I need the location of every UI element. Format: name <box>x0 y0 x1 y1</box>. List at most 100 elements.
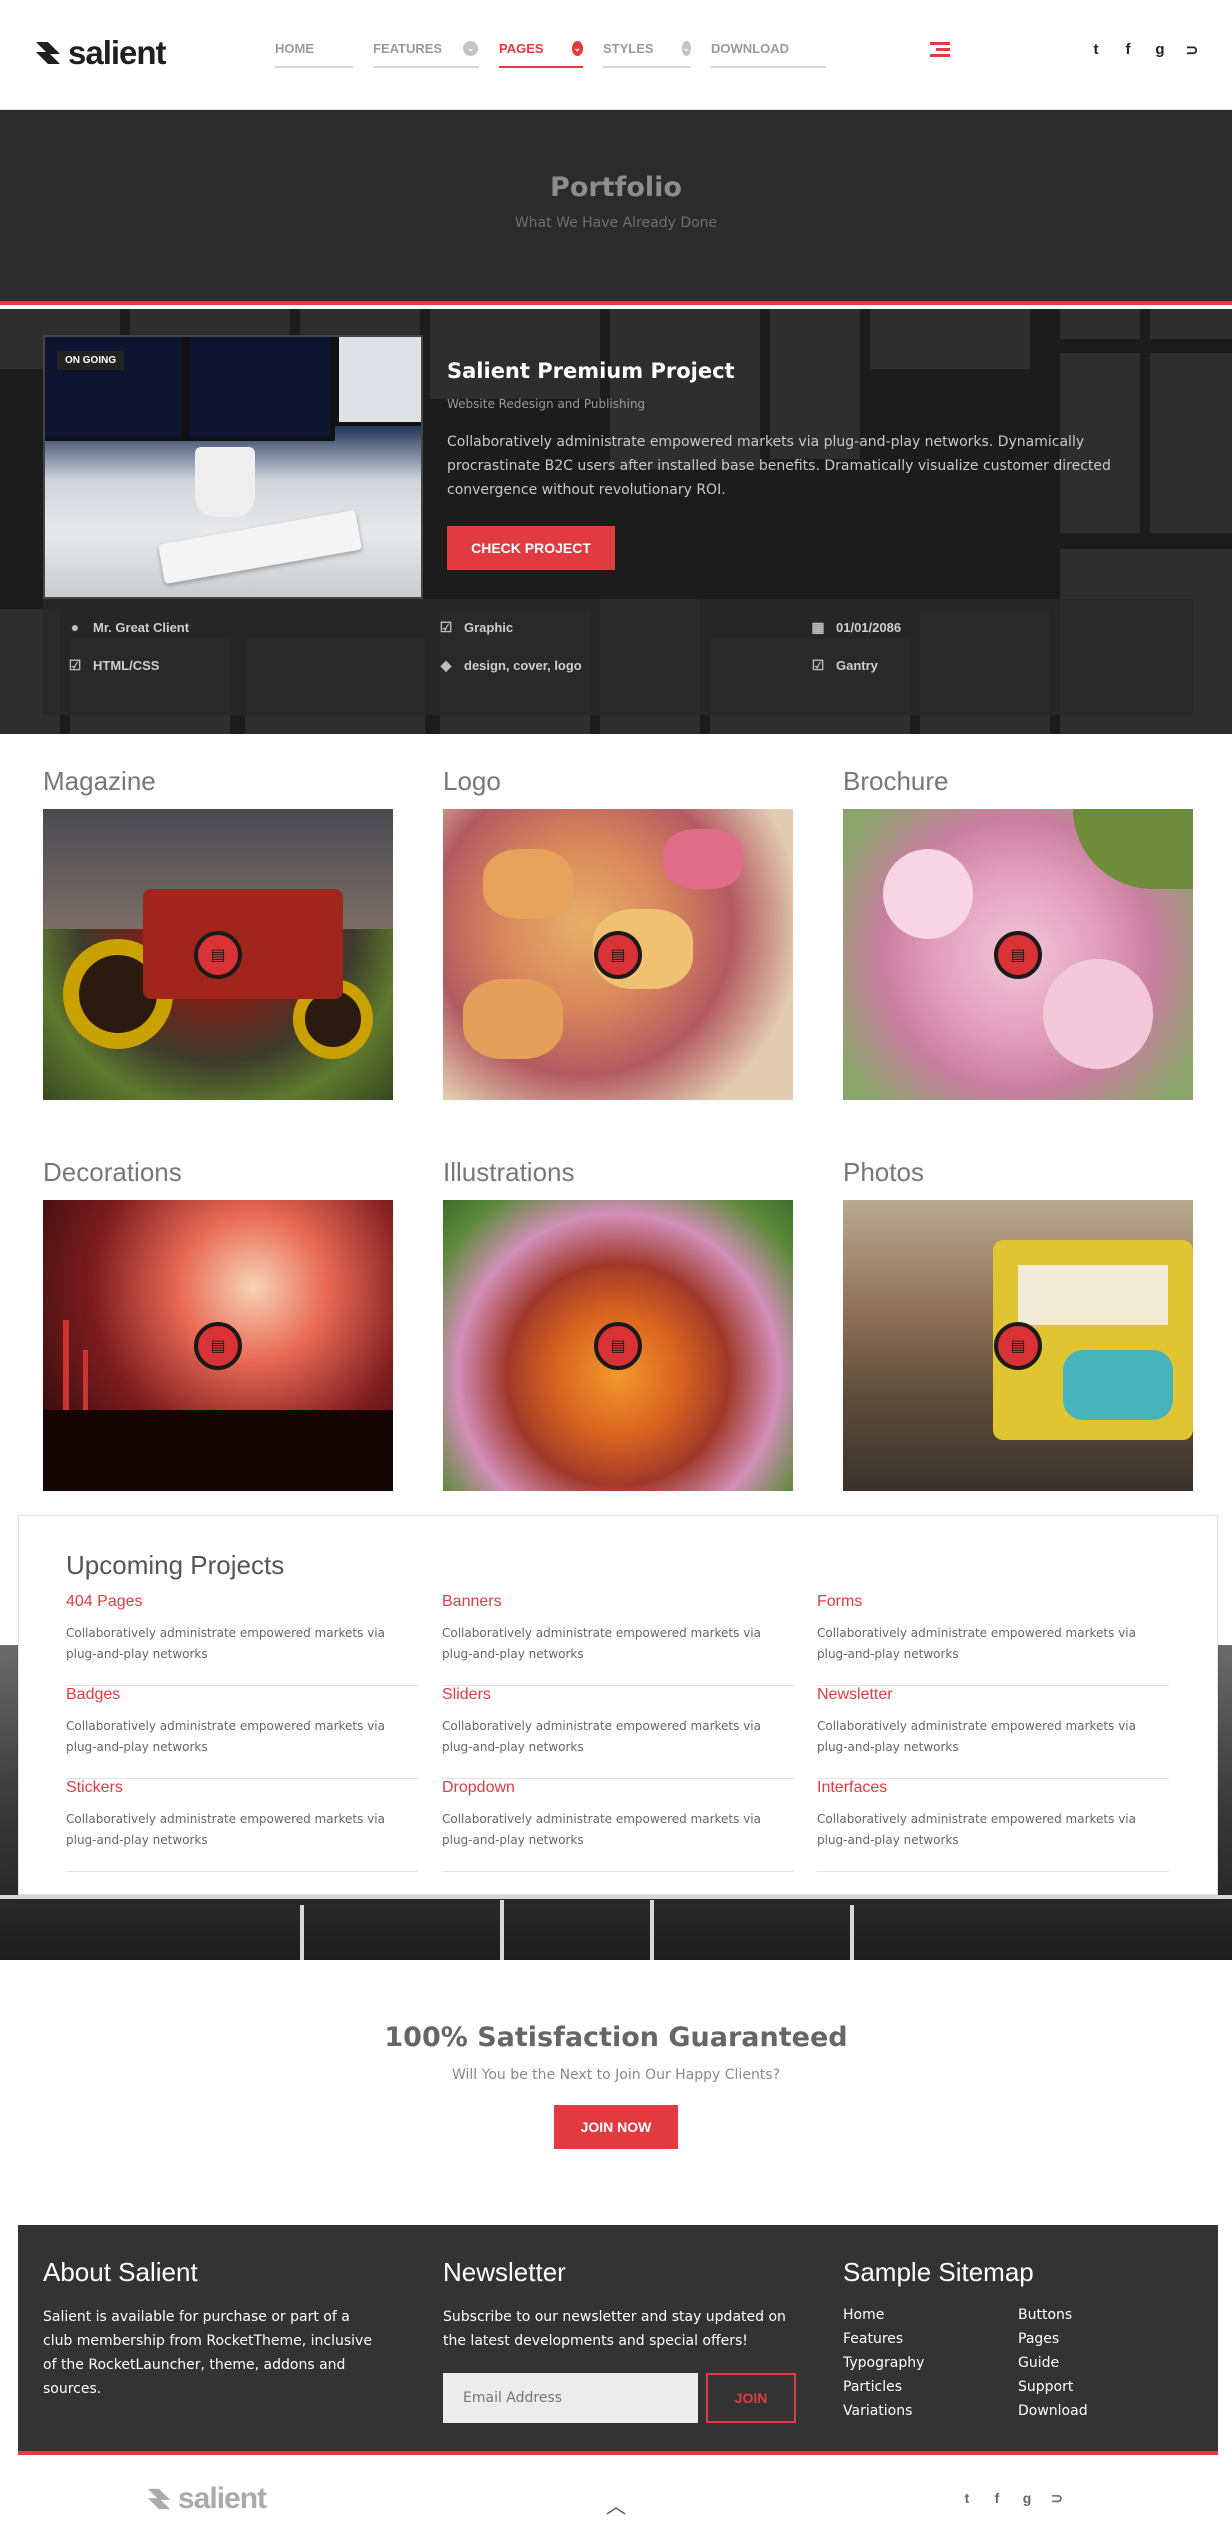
nav-item-features[interactable]: FEATURES ⌄ <box>373 40 479 68</box>
logo-mark-icon <box>36 42 60 64</box>
nav-item-download[interactable]: DOWNLOAD <box>711 40 826 68</box>
tag-icon: ◆ <box>440 656 452 673</box>
category-image-brochure[interactable]: ▤ <box>843 809 1193 1100</box>
featured-title: Salient Premium Project <box>447 359 735 383</box>
document-icon[interactable]: ▤ <box>194 1321 242 1370</box>
status-badge: ON GOING <box>57 351 125 370</box>
meta-client: ● Mr. Great Client <box>67 619 189 635</box>
item-title[interactable]: Banners <box>442 1593 794 1611</box>
keyboard-shape <box>158 509 362 585</box>
calendar-icon: ▦ <box>811 618 825 635</box>
item-description: Collaboratively administrate empowered m… <box>66 1719 385 1754</box>
item-title[interactable]: Badges <box>66 1686 418 1704</box>
item-title[interactable]: Sliders <box>442 1686 794 1704</box>
chevron-down-icon[interactable]: ⌄ <box>463 40 479 56</box>
category-title-brochure: Brochure <box>843 766 949 796</box>
project-meta: ● Mr. Great Client ☑ Graphic ▦ 01/01/208… <box>43 599 1193 715</box>
twitter-icon[interactable]: t <box>1088 41 1104 59</box>
item-title[interactable]: Interfaces <box>817 1779 1169 1797</box>
sitemap-link-particles[interactable]: Particles <box>843 2379 902 2395</box>
back-to-top-icon[interactable]: ︿ <box>606 2490 626 2518</box>
list-item[interactable]: Dropdown Collaboratively administrate em… <box>442 1779 794 1872</box>
document-icon[interactable]: ▤ <box>994 930 1042 979</box>
page-title: Portfolio <box>550 172 682 203</box>
category-image-logo[interactable]: ▤ <box>443 809 793 1100</box>
sitemap-link-pages[interactable]: Pages <box>1018 2331 1059 2347</box>
meta-text: HTML/CSS <box>93 657 160 673</box>
check-project-button[interactable]: CHECK PROJECT <box>447 526 615 570</box>
item-title[interactable]: Forms <box>817 1593 1169 1611</box>
meta-date: ▦ 01/01/2086 <box>810 619 901 635</box>
sitemap-link-home[interactable]: Home <box>843 2307 884 2323</box>
featured-project: ON GOING Salient Premium Project Website… <box>0 309 1232 734</box>
facebook-icon[interactable]: f <box>1120 41 1136 59</box>
item-title[interactable]: Dropdown <box>442 1779 794 1797</box>
rss-icon[interactable]: ⊃ <box>1184 41 1200 59</box>
document-icon[interactable]: ▤ <box>994 1321 1042 1370</box>
list-item[interactable]: Banners Collaboratively administrate emp… <box>442 1593 794 1686</box>
site-logo[interactable]: salient <box>34 34 167 72</box>
item-title[interactable]: Newsletter <box>817 1686 1169 1704</box>
nav-item-pages[interactable]: PAGES ⌄ <box>499 40 583 68</box>
google-plus-icon[interactable]: g <box>1020 2490 1034 2507</box>
list-item[interactable]: Stickers Collaboratively administrate em… <box>66 1779 418 1872</box>
about-text: Salient is available for purchase or par… <box>43 2309 372 2397</box>
category-image-illustrations[interactable]: ▤ <box>443 1200 793 1491</box>
sitemap-link-typography[interactable]: Typography <box>843 2355 924 2371</box>
site-header: salient HOME FEATURES ⌄ PAGES ⌄ STYLES ⌄… <box>0 0 1232 110</box>
meta-framework: ☑ Gantry <box>810 657 878 673</box>
google-plus-icon[interactable]: g <box>1152 41 1168 59</box>
join-now-button[interactable]: JOIN NOW <box>554 2105 678 2149</box>
item-title[interactable]: Stickers <box>66 1779 418 1797</box>
sitemap-link-support[interactable]: Support <box>1018 2379 1073 2395</box>
satisfaction-section: 100% Satisfaction Guaranteed Will You be… <box>0 1960 1232 2149</box>
item-title[interactable]: 404 Pages <box>66 1593 418 1611</box>
meta-text: Graphic <box>464 619 514 635</box>
category-image-decorations[interactable]: ▤ <box>43 1200 393 1491</box>
list-item[interactable]: Sliders Collaboratively administrate emp… <box>442 1686 794 1779</box>
nav-item-home[interactable]: HOME <box>275 40 353 68</box>
list-item[interactable]: Badges Collaboratively administrate empo… <box>66 1686 418 1779</box>
sitemap-link-variations[interactable]: Variations <box>843 2403 912 2419</box>
item-description: Collaboratively administrate empowered m… <box>66 1812 385 1847</box>
list-item[interactable]: Forms Collaboratively administrate empow… <box>817 1593 1169 1686</box>
category-image-magazine[interactable]: ▤ <box>43 809 393 1100</box>
list-item[interactable]: Interfaces Collaboratively administrate … <box>817 1779 1169 1872</box>
logo-text: salient <box>178 2482 267 2515</box>
featured-project-image[interactable]: ON GOING <box>43 335 423 599</box>
user-icon: ● <box>70 619 80 635</box>
newsletter-join-button[interactable]: JOIN <box>706 2373 796 2423</box>
category-title-logo: Logo <box>443 766 501 796</box>
category-title-illustrations: Illustrations <box>443 1157 575 1187</box>
newsletter-text: Subscribe to our newsletter and stay upd… <box>443 2309 786 2349</box>
list-item[interactable]: 404 Pages Collaboratively administrate e… <box>66 1593 418 1686</box>
twitter-icon[interactable]: t <box>960 2490 974 2507</box>
facebook-icon[interactable]: f <box>990 2490 1004 2507</box>
menu-toggle-icon[interactable] <box>930 42 950 58</box>
rss-icon[interactable]: ⊃ <box>1050 2490 1064 2507</box>
bottom-bar: salient ︿ t f g ⊃ <box>0 2460 1232 2531</box>
footer-social-links: t f g ⊃ <box>960 2490 1064 2507</box>
nav-label: STYLES <box>603 40 654 56</box>
meta-text: Gantry <box>836 657 878 673</box>
chevron-down-icon[interactable]: ⌄ <box>681 40 691 56</box>
item-description: Collaboratively administrate empowered m… <box>817 1719 1136 1754</box>
item-description: Collaboratively administrate empowered m… <box>442 1719 761 1754</box>
satisfaction-subtitle: Will You be the Next to Join Our Happy C… <box>451 2067 781 2083</box>
nav-item-styles[interactable]: STYLES ⌄ <box>603 40 691 68</box>
document-icon[interactable]: ▤ <box>594 1321 642 1370</box>
chevron-down-icon[interactable]: ⌄ <box>571 40 583 56</box>
category-title-decorations: Decorations <box>43 1157 182 1187</box>
document-icon[interactable]: ▤ <box>594 930 642 979</box>
sitemap-link-features[interactable]: Features <box>843 2331 903 2347</box>
list-item[interactable]: Newsletter Collaboratively administrate … <box>817 1686 1169 1779</box>
item-description: Collaboratively administrate empowered m… <box>817 1812 1136 1847</box>
email-field[interactable] <box>443 2373 698 2423</box>
footer-logo[interactable]: salient <box>146 2482 267 2516</box>
document-icon[interactable]: ▤ <box>194 930 242 979</box>
sitemap-link-guide[interactable]: Guide <box>1018 2355 1059 2371</box>
sitemap-link-buttons[interactable]: Buttons <box>1018 2307 1072 2323</box>
category-image-photos[interactable]: ▤ <box>843 1200 1193 1491</box>
about-title: About Salient <box>43 2257 198 2287</box>
sitemap-link-download[interactable]: Download <box>1018 2403 1088 2419</box>
